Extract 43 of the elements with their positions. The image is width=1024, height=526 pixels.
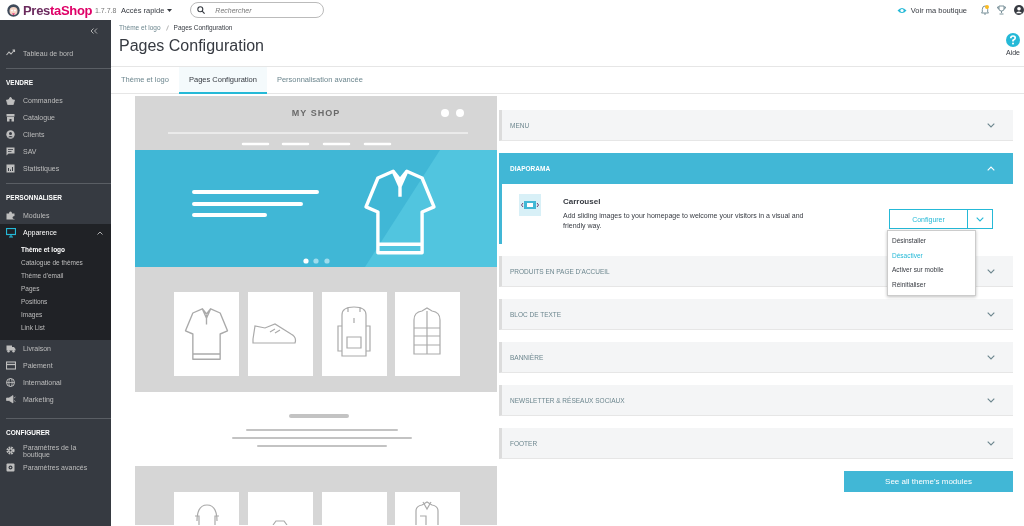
bar-chart-icon — [6, 163, 16, 174]
settings-icon — [6, 462, 16, 473]
eye-icon — [896, 6, 907, 14]
trend-icon — [6, 48, 16, 58]
breadcrumb-separator-icon — [165, 24, 169, 31]
user-icon[interactable] — [1014, 5, 1024, 15]
card-icon — [6, 360, 16, 371]
chevron-down-icon — [987, 440, 995, 446]
dropdown-toggle[interactable] — [968, 209, 993, 229]
chevron-down-icon — [987, 397, 995, 403]
chevron-up-icon — [987, 166, 995, 171]
product-card — [395, 492, 460, 525]
basket-icon — [6, 95, 16, 106]
product-card — [174, 492, 239, 525]
puzzle-icon — [6, 210, 16, 221]
caret-up-icon — [97, 230, 103, 235]
caret-icon — [167, 8, 173, 12]
trophy-icon[interactable] — [997, 5, 1006, 15]
product-card — [322, 492, 387, 525]
collapse-icon[interactable] — [90, 28, 98, 34]
gear-icon — [6, 445, 16, 456]
megaphone-icon — [6, 394, 16, 405]
chevron-down-icon — [976, 216, 984, 222]
chevron-down-icon — [987, 311, 995, 317]
header-dots-drawing — [441, 109, 464, 117]
bell-icon[interactable] — [981, 5, 989, 15]
module-name: Carrousel — [563, 197, 602, 206]
carousel-icon — [519, 194, 541, 216]
chevron-down-icon — [987, 122, 995, 128]
person-icon — [6, 129, 16, 140]
chevron-down-icon — [987, 354, 995, 360]
product-card — [248, 492, 313, 525]
logo-text: PrestaShop — [23, 2, 93, 18]
chat-icon — [6, 146, 16, 157]
storefront-icon — [6, 112, 16, 123]
logo-icon — [7, 3, 20, 17]
help-icon[interactable] — [1006, 33, 1020, 47]
chevron-down-icon — [987, 268, 995, 274]
shop-name: MY SHOP — [291, 108, 341, 118]
truck-icon — [6, 343, 16, 354]
monitor-icon — [6, 227, 16, 238]
page-title: Pages Configuration — [119, 37, 265, 55]
globe-icon — [6, 377, 16, 388]
